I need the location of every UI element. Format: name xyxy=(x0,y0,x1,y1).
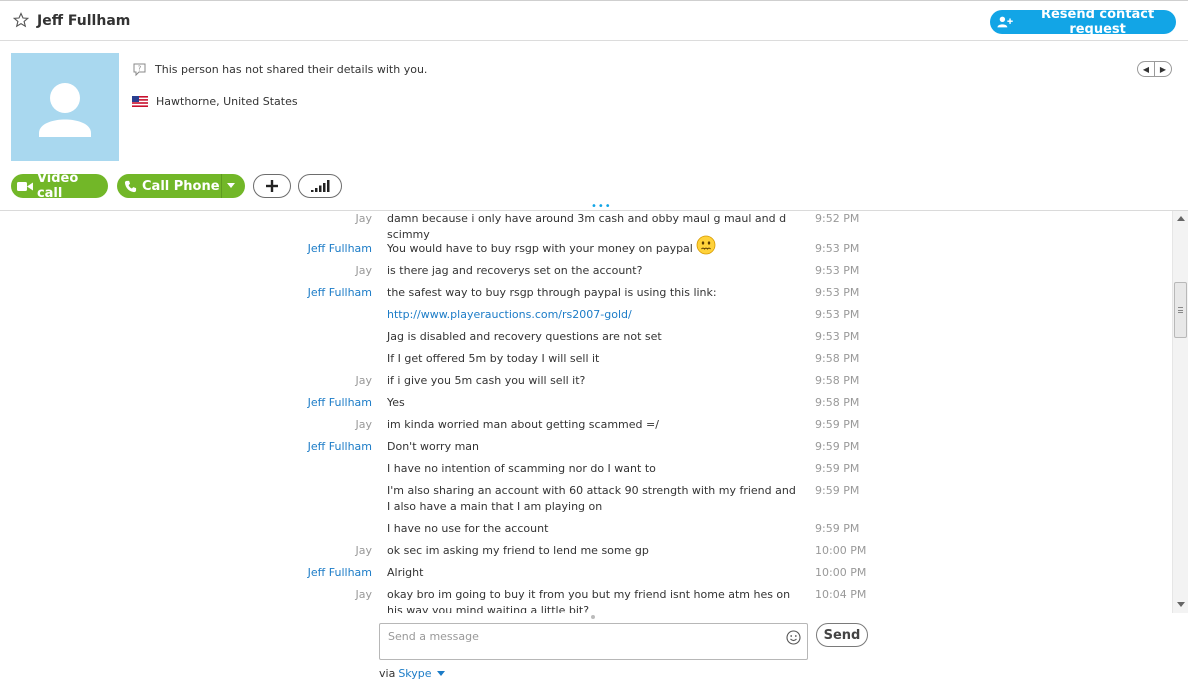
message-time: 9:58 PM xyxy=(815,374,860,387)
grip-icon xyxy=(1178,307,1183,313)
message-text: You would have to buy rsgp with your mon… xyxy=(387,242,693,255)
message-text: I have no use for the account xyxy=(387,522,549,535)
favorite-star-icon[interactable] xyxy=(13,12,29,28)
message-input[interactable]: Send a message xyxy=(379,623,808,660)
message-sender: Jay xyxy=(355,374,373,387)
signal-bars-icon xyxy=(311,180,330,192)
message-time: 9:59 PM xyxy=(815,462,860,475)
resend-contact-request-button[interactable]: Resend contact request xyxy=(990,7,1176,37)
message-time: 9:59 PM xyxy=(815,440,860,453)
unknown-details-icon: ? xyxy=(133,63,146,77)
us-flag-icon xyxy=(132,96,148,107)
phone-icon xyxy=(124,180,137,192)
message-text: Alright xyxy=(387,566,424,579)
resend-label: Resend contact request xyxy=(1040,7,1155,37)
message-text: the safest way to buy rsgp through paypa… xyxy=(387,286,717,299)
default-avatar-icon xyxy=(39,83,91,137)
message-sender: Jay xyxy=(355,212,373,225)
profile-panel: ? This person has not shared their detai… xyxy=(0,41,1188,212)
video-call-button[interactable]: Video call xyxy=(11,171,108,201)
call-quality-button[interactable] xyxy=(298,174,342,198)
message-input-placeholder: Send a message xyxy=(388,630,479,643)
message-sender: Jay xyxy=(355,544,373,557)
call-phone-label: Call Phone xyxy=(142,178,220,194)
next-arrow-icon[interactable]: ▶ xyxy=(1155,62,1171,76)
chat-history: Jay damn because i only have around 3m c… xyxy=(0,211,1172,613)
send-button[interactable]: Send xyxy=(816,623,868,647)
previous-arrow-icon[interactable]: ◀ xyxy=(1138,62,1155,76)
message-time: 9:53 PM xyxy=(815,330,860,343)
avatar xyxy=(11,53,119,161)
worried-face-emoji-icon xyxy=(696,235,716,255)
details-info-row: ? This person has not shared their detai… xyxy=(132,62,427,77)
message-time: 9:59 PM xyxy=(815,418,860,431)
message-text: If I get offered 5m by today I will sell… xyxy=(387,352,600,365)
message-text: ok sec im asking my friend to lend me so… xyxy=(387,544,649,557)
message-time: 9:59 PM xyxy=(815,522,860,535)
message-time: 9:58 PM xyxy=(815,396,860,409)
message-time: 9:52 PM xyxy=(815,212,860,225)
message-text: Don't worry man xyxy=(387,440,480,453)
scroll-down-arrow-icon[interactable] xyxy=(1177,602,1185,607)
via-service[interactable]: Skype xyxy=(398,667,431,680)
message-text: Jag is disabled and recovery questions a… xyxy=(387,330,662,343)
contact-name: Jeff Fullham xyxy=(37,13,131,29)
message-sender[interactable]: Jeff Fullham xyxy=(308,241,372,257)
message-time: 9:58 PM xyxy=(815,352,860,365)
scroll-thumb[interactable] xyxy=(1174,282,1187,338)
message-sender: Jay xyxy=(355,418,373,431)
message-sender[interactable]: Jeff Fullham xyxy=(308,439,372,455)
message-link-wrap: http://www.playerauctions.com/rs2007-gol… xyxy=(387,307,802,323)
add-contact-icon xyxy=(997,16,1013,28)
details-note: This person has not shared their details… xyxy=(155,63,428,76)
emoticon-picker-icon[interactable] xyxy=(786,630,801,645)
message-sender: Jay xyxy=(355,588,373,601)
conversation-header: Jeff Fullham Resend contact request xyxy=(0,0,1188,41)
message-text-wrap: You would have to buy rsgp with your mon… xyxy=(387,235,802,257)
scroll-up-arrow-icon[interactable] xyxy=(1177,216,1185,221)
video-call-label: Video call xyxy=(36,171,79,201)
chat-scrollbar[interactable] xyxy=(1172,211,1188,613)
message-text: if i give you 5m cash you will sell it? xyxy=(387,374,586,387)
via-label: via xyxy=(379,667,396,680)
message-time: 9:53 PM xyxy=(815,308,860,321)
add-to-call-button[interactable] xyxy=(253,174,291,198)
message-text: im kinda worried man about getting scamm… xyxy=(387,418,659,431)
call-divider xyxy=(221,174,222,198)
message-sender[interactable]: Jeff Fullham xyxy=(308,285,372,301)
message-time: 9:53 PM xyxy=(815,264,860,277)
profile-pager: ◀ ▶ xyxy=(1137,61,1172,77)
svg-text:?: ? xyxy=(138,65,142,73)
message-text: Yes xyxy=(387,396,405,409)
message-link[interactable]: http://www.playerauctions.com/rs2007-gol… xyxy=(387,308,632,321)
message-time: 10:00 PM xyxy=(815,566,867,579)
location-info-row: Hawthorne, United States xyxy=(132,95,298,108)
message-time: 10:04 PM xyxy=(815,588,867,601)
composer-resize-handle[interactable] xyxy=(591,615,595,619)
message-text: I have no intention of scamming nor do I… xyxy=(387,462,656,475)
message-time: 9:53 PM xyxy=(815,286,860,299)
message-text: I'm also sharing an account with 60 atta… xyxy=(387,484,796,513)
message-sender[interactable]: Jeff Fullham xyxy=(308,565,372,581)
message-time: 9:53 PM xyxy=(815,242,860,255)
call-options-dropdown-icon[interactable] xyxy=(227,183,235,188)
message-text: okay bro im going to buy it from you but… xyxy=(387,588,791,613)
plus-icon xyxy=(266,180,278,192)
location-text: Hawthorne, United States xyxy=(156,95,298,108)
message-text: damn because i only have around 3m cash … xyxy=(387,212,787,241)
call-phone-button[interactable]: Call Phone xyxy=(117,174,245,198)
via-dropdown-icon[interactable] xyxy=(436,671,445,676)
video-camera-icon xyxy=(17,181,33,191)
message-sender: Jay xyxy=(355,264,373,277)
send-via-selector[interactable]: via Skype xyxy=(379,667,445,680)
message-time: 9:59 PM xyxy=(815,484,860,497)
message-time: 10:00 PM xyxy=(815,544,867,557)
message-text: is there jag and recoverys set on the ac… xyxy=(387,264,643,277)
message-sender[interactable]: Jeff Fullham xyxy=(308,395,372,411)
